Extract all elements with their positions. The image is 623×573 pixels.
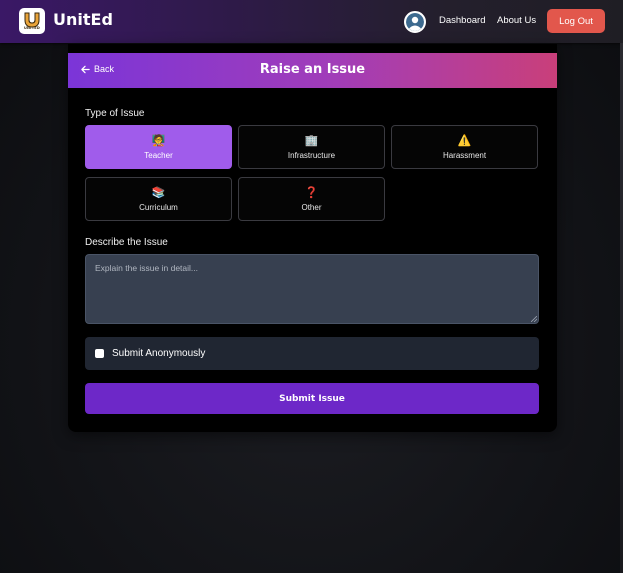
logo[interactable]: UNITED [19, 8, 45, 34]
top-navbar: UNITED UnitEd Dashboard About Us Log Out [0, 0, 623, 43]
describe-issue-label: Describe the Issue [85, 237, 168, 248]
anonymous-option[interactable]: Submit Anonymously [85, 337, 539, 370]
nav-link-about-us[interactable]: About Us [497, 15, 536, 26]
resize-handle-icon[interactable] [531, 316, 537, 322]
issue-type-label: Infrastructure [287, 151, 336, 160]
issue-type-label: Teacher [144, 151, 173, 160]
page-title: Raise an Issue [259, 62, 366, 77]
issue-type-other[interactable]: ❓ Other [238, 177, 385, 221]
question-icon: ❓ [304, 186, 319, 199]
warning-icon: ⚠️ [457, 134, 472, 147]
logout-button[interactable]: Log Out [547, 9, 605, 33]
building-icon: 🏢 [304, 134, 319, 147]
issue-type-curriculum[interactable]: 📚 Curriculum [85, 177, 232, 221]
anonymous-checkbox[interactable] [95, 349, 104, 358]
issue-description-input[interactable] [85, 254, 539, 324]
issue-type-infrastructure[interactable]: 🏢 Infrastructure [238, 125, 385, 169]
nav-link-dashboard[interactable]: Dashboard [439, 15, 485, 26]
type-of-issue-label: Type of Issue [85, 108, 145, 119]
raise-issue-card: Back Raise an Issue Type of Issue 🧑‍🏫 Te… [68, 44, 557, 432]
issue-type-teacher[interactable]: 🧑‍🏫 Teacher [85, 125, 232, 169]
books-icon: 📚 [151, 186, 166, 199]
anonymous-label: Submit Anonymously [112, 348, 206, 359]
issue-type-label: Curriculum [139, 203, 178, 212]
submit-issue-button[interactable]: Submit Issue [85, 383, 539, 414]
teacher-icon: 🧑‍🏫 [151, 134, 166, 147]
brand-name[interactable]: UnitEd [53, 10, 113, 29]
issue-type-label: Harassment [442, 151, 487, 160]
issue-type-label: Other [301, 203, 322, 212]
card-header: Back Raise an Issue [68, 53, 557, 88]
user-icon [406, 13, 424, 31]
issue-type-harassment[interactable]: ⚠️ Harassment [391, 125, 538, 169]
logo-subtext: UNITED [24, 25, 40, 30]
user-avatar[interactable] [404, 11, 426, 33]
